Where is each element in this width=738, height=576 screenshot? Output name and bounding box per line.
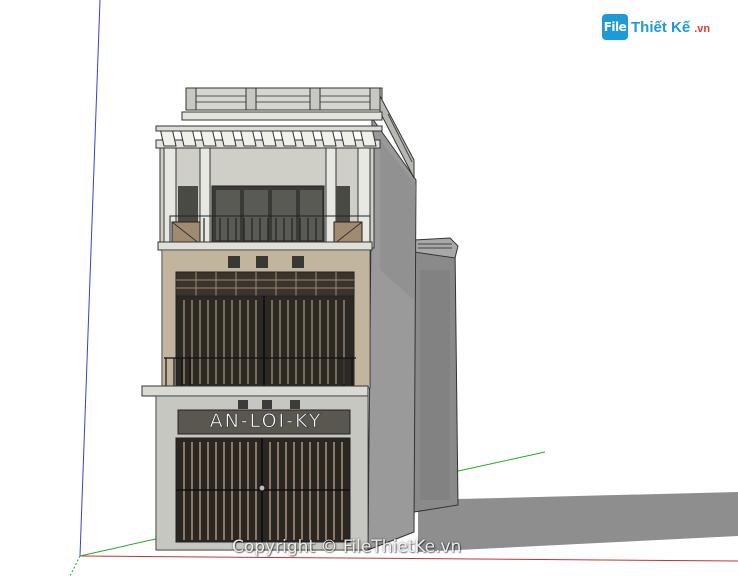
ground-shadow bbox=[418, 492, 738, 552]
lower-sign-glyphs bbox=[238, 400, 300, 409]
shop-sign-text: AN-LOI-KY bbox=[209, 410, 323, 433]
roof-parapet bbox=[185, 87, 383, 111]
copyright-watermark: Copyright © FileThietKe.vn bbox=[232, 537, 462, 557]
blue-axis-line bbox=[79, 0, 101, 557]
site-logo[interactable]: File Thiết Kế .vn bbox=[602, 14, 710, 40]
green-axis-line bbox=[79, 537, 161, 557]
logo-domain: .vn bbox=[694, 22, 711, 35]
logo-file-icon: File bbox=[602, 14, 628, 40]
pergola bbox=[181, 111, 383, 121]
upper-sign-glyphs bbox=[228, 256, 304, 268]
logo-name: Thiết Kế bbox=[631, 18, 691, 36]
model-render bbox=[69, 0, 738, 576]
lattice-transom bbox=[175, 271, 355, 297]
sketchup-viewport[interactable]: AN-LOI-KY File Thiết Kế .vn Copyright © … bbox=[0, 0, 738, 576]
